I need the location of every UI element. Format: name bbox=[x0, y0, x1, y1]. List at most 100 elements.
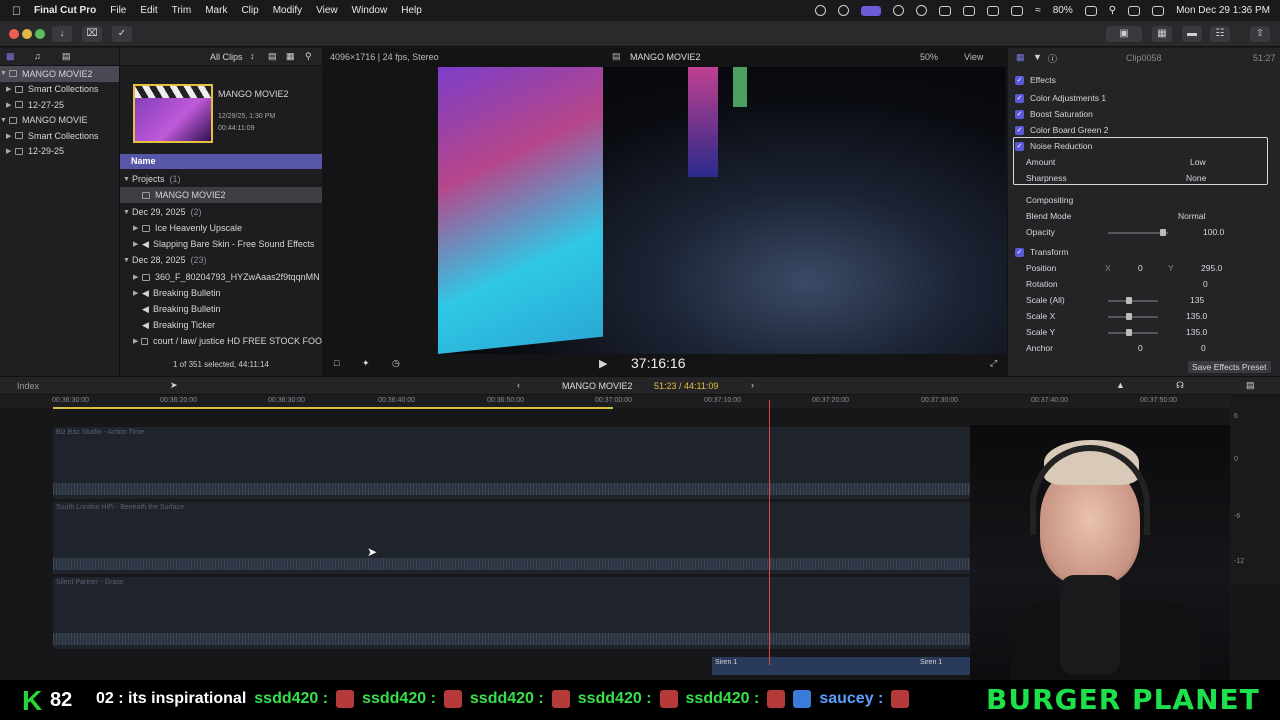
sfx-clip[interactable]: Siren 1 bbox=[917, 657, 977, 675]
zoom-dropdown[interactable]: 50% bbox=[920, 52, 938, 62]
anchor-x-value[interactable]: 0 bbox=[1138, 343, 1143, 353]
library-item[interactable]: ▶ 12-29-25 bbox=[0, 144, 119, 160]
layout-icon[interactable]: ▦ bbox=[1152, 26, 1172, 42]
apple-icon[interactable]:  bbox=[12, 4, 24, 18]
library-item[interactable]: ▼ MANGO MOVIE2 bbox=[0, 66, 119, 82]
list-item[interactable]: ▶ Ice Heavenly Upscale bbox=[120, 220, 322, 236]
background-tasks-icon[interactable]: ✓ bbox=[112, 26, 132, 42]
position-y-value[interactable]: 295.0 bbox=[1201, 263, 1222, 273]
scale-all-slider[interactable] bbox=[1108, 297, 1158, 304]
menu-window[interactable]: Window bbox=[352, 5, 388, 16]
headphones-icon[interactable]: ☊ bbox=[1176, 380, 1184, 391]
checkbox-icon[interactable]: ✓ bbox=[1015, 93, 1024, 103]
share-layout-icon[interactable]: ▣ bbox=[1106, 26, 1142, 42]
project-thumbnail[interactable] bbox=[133, 84, 213, 143]
forward-arrow-icon[interactable]: › bbox=[751, 380, 754, 390]
list-item[interactable]: ◀ Breaking Bulletin bbox=[120, 301, 322, 317]
library-item[interactable]: ▶ 12-27-25 bbox=[0, 97, 119, 113]
minimize-window-button[interactable] bbox=[22, 29, 32, 39]
library-item[interactable]: ▼ MANGO MOVIE bbox=[0, 113, 119, 129]
scale-x-slider[interactable] bbox=[1108, 313, 1158, 320]
clip-appearance-icon[interactable]: ▤ bbox=[268, 51, 277, 62]
checkbox-icon[interactable]: ✓ bbox=[1015, 75, 1024, 85]
video-frame[interactable] bbox=[438, 67, 1006, 354]
anchor-y-value[interactable]: 0 bbox=[1201, 343, 1206, 353]
opacity-value[interactable]: 100.0 bbox=[1203, 227, 1224, 237]
list-item[interactable]: ◀ Breaking Ticker bbox=[120, 317, 322, 333]
timecode-display[interactable]: 37:16:16 bbox=[631, 355, 686, 371]
enhancement-icon[interactable]: ✦ bbox=[362, 358, 370, 369]
checkbox-icon[interactable]: ✓ bbox=[1015, 125, 1024, 135]
playhead[interactable] bbox=[769, 400, 770, 665]
play-button[interactable]: ▶ bbox=[599, 357, 607, 370]
play-icon[interactable] bbox=[916, 5, 928, 16]
index-button[interactable]: Index bbox=[17, 381, 39, 391]
battery-icon[interactable] bbox=[1084, 5, 1097, 16]
menu-modify[interactable]: Modify bbox=[273, 5, 302, 16]
display-icon[interactable] bbox=[963, 5, 976, 16]
audio-skim-icon[interactable]: ▲ bbox=[1116, 380, 1125, 390]
siri-icon[interactable] bbox=[1152, 5, 1165, 16]
scale-all-value[interactable]: 135 bbox=[1190, 295, 1204, 305]
workspace-icon[interactable]: ▬ bbox=[1182, 26, 1202, 42]
titles-generators-icon[interactable]: ▤ bbox=[62, 51, 71, 62]
transform-tool-icon[interactable]: □ bbox=[334, 358, 339, 368]
sync-icon[interactable] bbox=[838, 5, 850, 16]
library-item[interactable]: ▶ Smart Collections bbox=[0, 82, 119, 98]
effects-header[interactable]: ✓ Effects bbox=[1008, 72, 1280, 88]
list-item[interactable]: ▶ ◀ Breaking Bulletin bbox=[120, 285, 322, 301]
share-icon[interactable]: ⇧ bbox=[1250, 26, 1270, 42]
checkbox-icon[interactable]: ✓ bbox=[1015, 141, 1024, 151]
list-item[interactable]: ▶ court / law/ justice HD FREE STOCK FOO bbox=[120, 333, 322, 349]
scale-x-value[interactable]: 135.0 bbox=[1186, 311, 1207, 321]
checkbox-icon[interactable]: ✓ bbox=[1015, 247, 1024, 257]
list-item[interactable]: ▼ Dec 29, 2025 (2) bbox=[120, 204, 322, 220]
clip-filter-dropdown[interactable]: All Clips bbox=[210, 52, 243, 62]
timeline-index-icon[interactable]: ▤ bbox=[1246, 380, 1255, 391]
audio-track[interactable]: Silent Partner - Grass bbox=[53, 577, 1025, 649]
search-icon[interactable]: ⚲ bbox=[305, 51, 312, 62]
wifi-icon[interactable]: ≈ bbox=[1035, 5, 1041, 16]
compositing-header[interactable]: Compositing bbox=[1026, 195, 1073, 205]
color-inspector-icon[interactable]: ▼ bbox=[1033, 52, 1042, 62]
menu-view[interactable]: View bbox=[316, 5, 338, 16]
globe-icon[interactable] bbox=[893, 5, 905, 16]
volume-icon[interactable] bbox=[939, 5, 952, 16]
list-item[interactable]: ▶ 360_F_80204793_HYZwAaas2f9tqqnMN bbox=[120, 269, 322, 285]
search-icon[interactable]: ⚲ bbox=[1109, 5, 1116, 16]
effect-row[interactable]: ✓ Color Board Green 2 bbox=[1008, 122, 1280, 138]
keywords-icon[interactable]: ⌧ bbox=[82, 26, 102, 42]
checkbox-icon[interactable]: ✓ bbox=[1015, 109, 1024, 119]
fullscreen-icon[interactable]: ⤢ bbox=[990, 358, 997, 369]
clock[interactable]: Mon Dec 29 1:36 PM bbox=[1176, 5, 1270, 16]
library-item[interactable]: ▶ Smart Collections bbox=[0, 128, 119, 144]
save-effects-preset-button[interactable]: Save Effects Preset bbox=[1188, 361, 1271, 373]
menu-trim[interactable]: Trim bbox=[172, 5, 192, 16]
sfx-clip[interactable]: Siren 1 bbox=[712, 657, 917, 675]
status-icon[interactable] bbox=[815, 5, 827, 16]
audio-track[interactable]: South London HiFi - Beneath the Surface bbox=[53, 502, 1025, 574]
audio-track[interactable]: Biz Baz Studio - Action Time bbox=[53, 427, 1025, 499]
close-window-button[interactable] bbox=[9, 29, 19, 39]
screen-record-icon[interactable] bbox=[861, 5, 882, 16]
inspector-toggle-icon[interactable]: ☷ bbox=[1210, 26, 1230, 42]
menu-edit[interactable]: Edit bbox=[140, 5, 157, 16]
view-dropdown[interactable]: View bbox=[964, 52, 983, 62]
menu-file[interactable]: File bbox=[110, 5, 126, 16]
menu-help[interactable]: Help bbox=[401, 5, 422, 16]
list-item[interactable]: ▶ ◀ Slapping Bare Skin - Free Sound Effect… bbox=[120, 236, 322, 252]
effect-row[interactable]: ✓ Boost Saturation bbox=[1008, 106, 1280, 122]
rotation-value[interactable]: 0 bbox=[1203, 279, 1208, 289]
effect-row[interactable]: ✓ Color Adjustments 1 bbox=[1008, 90, 1280, 106]
blend-mode-select[interactable]: Normal bbox=[1178, 211, 1205, 221]
monitor-icon[interactable] bbox=[987, 5, 1000, 16]
scale-y-slider[interactable] bbox=[1108, 329, 1158, 336]
photos-audio-icon[interactable]: ♫ bbox=[34, 51, 41, 61]
menu-mark[interactable]: Mark bbox=[205, 5, 227, 16]
name-column-header[interactable]: Name bbox=[120, 154, 322, 169]
list-item[interactable]: ▼ Dec 28, 2025 (23) bbox=[120, 252, 322, 268]
sharpness-select[interactable]: None bbox=[1186, 173, 1206, 183]
info-inspector-icon[interactable]: ⓘ bbox=[1048, 52, 1057, 65]
scale-y-value[interactable]: 135.0 bbox=[1186, 327, 1207, 337]
select-tool-icon[interactable]: ➤ bbox=[170, 380, 178, 391]
